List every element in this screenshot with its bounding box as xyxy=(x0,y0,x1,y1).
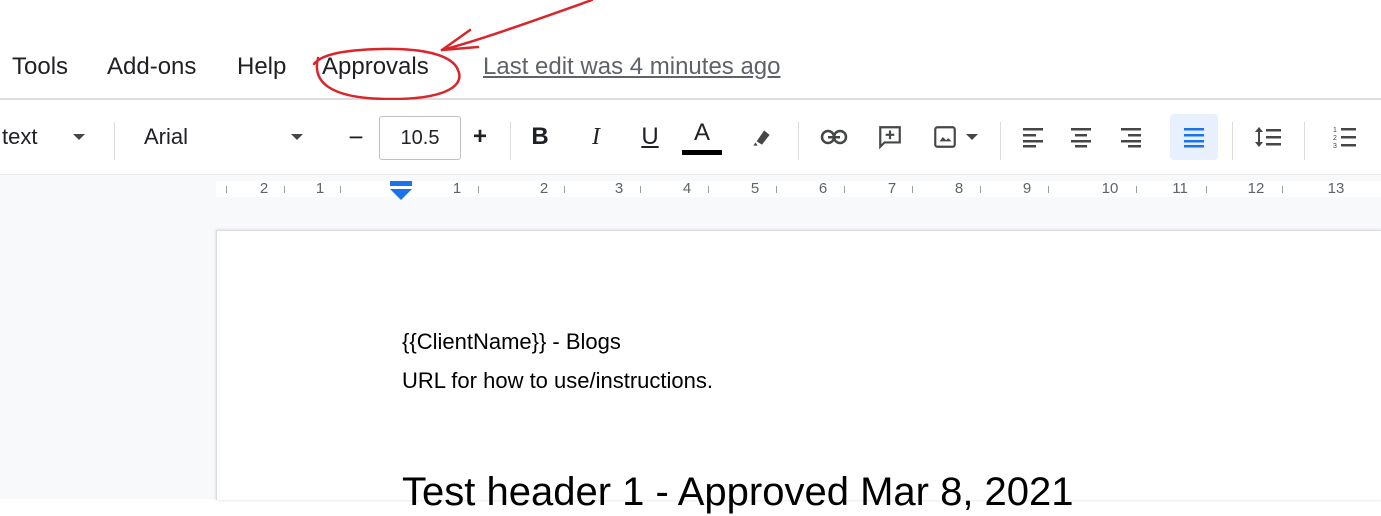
ruler-tick xyxy=(1206,186,1207,193)
style-dropdown[interactable]: text xyxy=(0,116,100,158)
ruler-label: 2 xyxy=(539,180,549,197)
svg-text:2: 2 xyxy=(1333,135,1337,142)
svg-text:1: 1 xyxy=(1333,127,1337,134)
align-right-button[interactable] xyxy=(1110,114,1152,160)
toolbar-divider xyxy=(798,122,799,160)
ruler-label: 2 xyxy=(259,180,269,197)
ruler-tick xyxy=(1282,186,1283,193)
ruler-tick xyxy=(340,186,341,193)
underline-button[interactable]: U xyxy=(632,116,668,158)
ruler-label: 8 xyxy=(954,180,964,197)
font-dropdown[interactable]: Arial xyxy=(130,116,322,158)
ruler-tick xyxy=(844,186,845,193)
document-line[interactable]: {{ClientName}} - Blogs xyxy=(402,328,621,356)
highlighter-icon xyxy=(753,130,770,146)
last-edit-link[interactable]: Last edit was 4 minutes ago xyxy=(483,52,781,82)
align-justify-icon xyxy=(1184,128,1204,148)
ruler-label: 9 xyxy=(1022,180,1032,197)
ruler-label: 7 xyxy=(887,180,897,197)
menu-bar: Tools Add-ons Help Approvals Last edit w… xyxy=(0,0,1381,100)
font-size-input[interactable]: 10.5 xyxy=(379,116,461,160)
text-color-label: A xyxy=(693,118,710,146)
chevron-down-icon xyxy=(291,134,304,140)
menu-add-ons[interactable]: Add-ons xyxy=(107,52,196,82)
align-justify-button[interactable] xyxy=(1170,114,1218,160)
menu-tools[interactable]: Tools xyxy=(12,52,68,82)
toolbar-divider xyxy=(114,122,115,160)
ruler-label: 13 xyxy=(1327,180,1345,197)
text-color-swatch xyxy=(682,149,722,155)
align-center-icon xyxy=(1071,128,1091,148)
line-spacing-icon xyxy=(1255,127,1281,147)
ruler-tick xyxy=(776,186,777,193)
align-right-icon xyxy=(1121,128,1141,148)
ruler-tick xyxy=(708,186,709,193)
ruler-label: 4 xyxy=(682,180,692,197)
highlight-button[interactable] xyxy=(744,116,780,158)
ruler-tick xyxy=(912,186,913,193)
align-center-button[interactable] xyxy=(1060,114,1102,160)
menu-help[interactable]: Help xyxy=(237,52,286,82)
line-spacing-button[interactable] xyxy=(1246,114,1290,160)
numbered-list-icon: 1 2 3 xyxy=(1333,127,1356,149)
image-icon xyxy=(934,126,956,148)
svg-text:3: 3 xyxy=(1333,143,1337,149)
ruler-tick xyxy=(478,186,479,193)
toolbar-divider xyxy=(1304,122,1305,160)
add-comment-icon xyxy=(879,126,901,150)
italic-button[interactable]: I xyxy=(578,116,614,158)
insert-link-button[interactable] xyxy=(814,116,854,158)
toolbar-divider xyxy=(1000,122,1001,160)
ruler-label: 1 xyxy=(315,180,325,197)
document-line[interactable]: URL for how to use/instructions. xyxy=(402,367,713,395)
ruler-tick xyxy=(564,186,565,193)
ruler-tick xyxy=(1048,186,1049,193)
ruler-tick xyxy=(640,186,641,193)
toolbar-divider xyxy=(1232,122,1233,160)
toolbar-divider xyxy=(510,122,511,160)
menu-approvals[interactable]: Approvals xyxy=(322,52,429,82)
ruler-label: 6 xyxy=(818,180,828,197)
document-heading[interactable]: Test header 1 - Approved Mar 8, 2021 xyxy=(402,468,1074,516)
ruler-label: 1 xyxy=(452,180,462,197)
numbered-list-button[interactable]: 1 2 3 xyxy=(1322,114,1366,160)
add-comment-button[interactable] xyxy=(870,116,910,158)
font-label: Arial xyxy=(144,124,189,149)
ruler-label: 3 xyxy=(614,180,624,197)
indent-marker[interactable] xyxy=(388,181,414,201)
align-left-button[interactable] xyxy=(1012,114,1054,160)
ruler-tick xyxy=(226,186,227,193)
align-left-icon xyxy=(1023,128,1043,148)
ruler-label: 12 xyxy=(1247,180,1265,197)
document-page[interactable] xyxy=(216,230,1381,500)
ruler-tick xyxy=(980,186,981,193)
decrease-font-size-button[interactable]: − xyxy=(335,116,377,158)
ruler[interactable]: 2 1 1 2 3 4 5 6 7 8 9 10 11 12 13 xyxy=(0,174,1381,204)
increase-font-size-button[interactable]: + xyxy=(462,116,498,158)
text-color-button[interactable]: A xyxy=(682,114,722,160)
ruler-tick xyxy=(284,186,285,193)
ruler-label: 5 xyxy=(750,180,760,197)
link-icon xyxy=(820,129,848,145)
style-label: text xyxy=(2,124,38,149)
ruler-tick xyxy=(1136,186,1137,193)
bold-button[interactable]: B xyxy=(522,116,558,158)
insert-image-button[interactable] xyxy=(924,116,986,158)
toolbar: text Arial − 10.5 + B I U A 1 2 3 xyxy=(0,100,1381,174)
chevron-down-icon xyxy=(966,134,978,140)
chevron-down-icon xyxy=(73,134,86,140)
ruler-label: 11 xyxy=(1172,180,1188,197)
ruler-label: 10 xyxy=(1101,180,1119,197)
